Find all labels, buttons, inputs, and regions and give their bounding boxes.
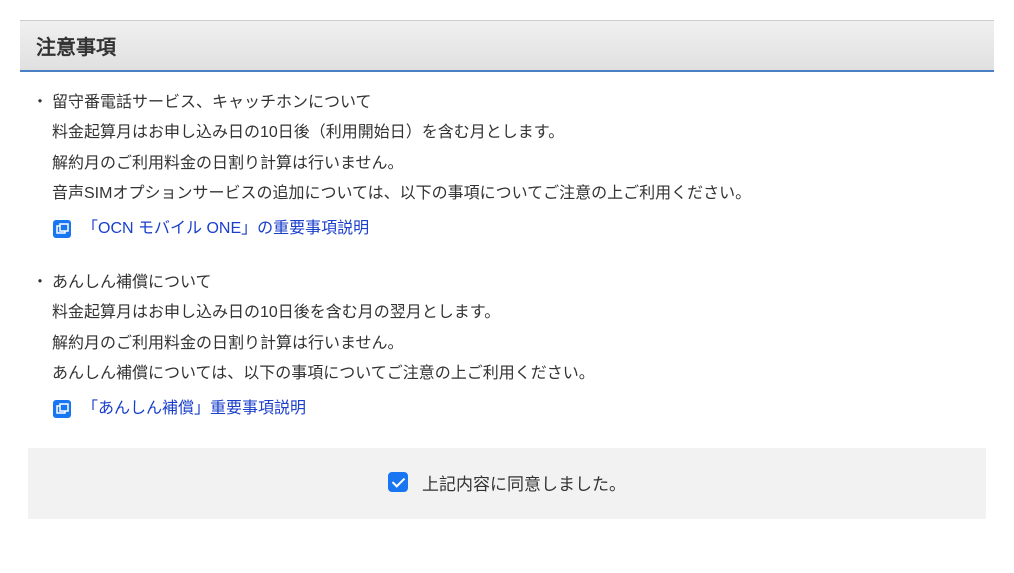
link-row: 「OCN モバイル ONE」の重要事項説明 (52, 214, 986, 244)
notice-line: 解約月のご利用料金の日割り計算は行いません。 (52, 329, 986, 359)
notice-line: 解約月のご利用料金の日割り計算は行いません。 (52, 149, 986, 179)
doc-link-ocn[interactable]: 「OCN モバイル ONE」の重要事項説明 (82, 214, 369, 244)
new-window-icon (52, 219, 72, 239)
agree-label[interactable]: 上記内容に同意しました。 (388, 470, 626, 495)
notice-line: あんしん補償については、以下の事項についてご注意の上ご利用ください。 (52, 359, 986, 389)
agree-box: 上記内容に同意しました。 (28, 448, 986, 520)
notice-line: 料金起算月はお申し込み日の10日後を含む月の翌月とします。 (52, 298, 986, 328)
notice-list: 留守番電話サービス、キャッチホンについて 料金起算月はお申し込み日の10日後（利… (28, 88, 986, 424)
agree-text: 上記内容に同意しました。 (422, 470, 626, 495)
notice-item: あんしん補償について 料金起算月はお申し込み日の10日後を含む月の翌月とします。… (28, 268, 986, 424)
notice-item: 留守番電話サービス、キャッチホンについて 料金起算月はお申し込み日の10日後（利… (28, 88, 986, 244)
doc-link-anshin[interactable]: 「あんしん補償」重要事項説明 (82, 394, 306, 424)
notice-line: 料金起算月はお申し込み日の10日後（利用開始日）を含む月とします。 (52, 118, 986, 148)
section-header: 注意事項 (20, 20, 994, 72)
notice-title: あんしん補償について (52, 268, 986, 298)
section-title: 注意事項 (36, 37, 116, 59)
notice-line: 音声SIMオプションサービスの追加については、以下の事項についてご注意の上ご利用… (52, 179, 986, 209)
notice-title: 留守番電話サービス、キャッチホンについて (52, 88, 986, 118)
agree-checkbox[interactable] (388, 472, 408, 492)
notice-container: 注意事項 留守番電話サービス、キャッチホンについて 料金起算月はお申し込み日の1… (20, 20, 994, 527)
new-window-icon (52, 399, 72, 419)
link-row: 「あんしん補償」重要事項説明 (52, 394, 986, 424)
notice-content: 留守番電話サービス、キャッチホンについて 料金起算月はお申し込み日の10日後（利… (20, 72, 994, 527)
